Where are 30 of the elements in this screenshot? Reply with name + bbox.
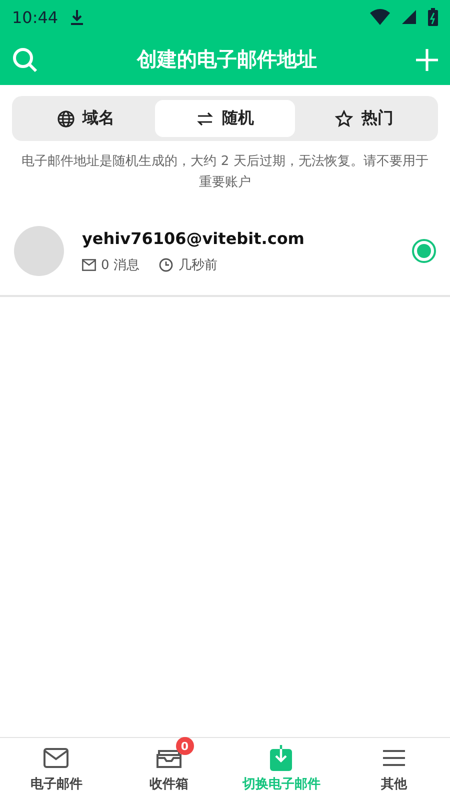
globe-icon: [56, 110, 75, 128]
app-title: 创建的电子邮件地址: [136, 46, 318, 73]
menu-icon: [382, 748, 406, 768]
download-box-icon: [270, 745, 292, 771]
avatar: [14, 226, 64, 276]
nav-item[interactable]: 0 收件箱: [112, 738, 225, 800]
tab[interactable]: 热门: [294, 100, 434, 137]
email-address: yehiv76106@vitebit.com: [82, 228, 306, 248]
battery-icon: [428, 8, 438, 26]
clock-icon: [159, 258, 174, 272]
envelope-icon: [43, 747, 70, 769]
status-time: 10:44: [12, 8, 58, 26]
nav-item[interactable]: 电子邮件: [0, 738, 112, 800]
inbox-tray-icon: [156, 747, 182, 769]
swap-arrows-icon: [196, 110, 214, 128]
count-badge: 0: [176, 737, 194, 755]
envelope-icon: [82, 258, 96, 270]
tab[interactable]: 域名: [16, 100, 156, 137]
plus-icon[interactable]: [416, 48, 438, 70]
tab[interactable]: 随机: [155, 100, 295, 137]
wifi-icon: [370, 9, 390, 25]
message-count: 0 消息: [101, 256, 140, 274]
nav-item[interactable]: 其他: [338, 738, 450, 800]
signal-icon: [402, 10, 416, 24]
star-icon: [335, 110, 354, 128]
created-time: 几秒前: [178, 256, 218, 274]
notice-text: 电子邮件地址是随机生成的，大约 2 天后过期，无法恢复。请不要用于重要账户: [20, 153, 430, 192]
radio-button[interactable]: [412, 239, 436, 263]
download-icon: [70, 9, 84, 25]
search-icon[interactable]: [12, 46, 38, 72]
